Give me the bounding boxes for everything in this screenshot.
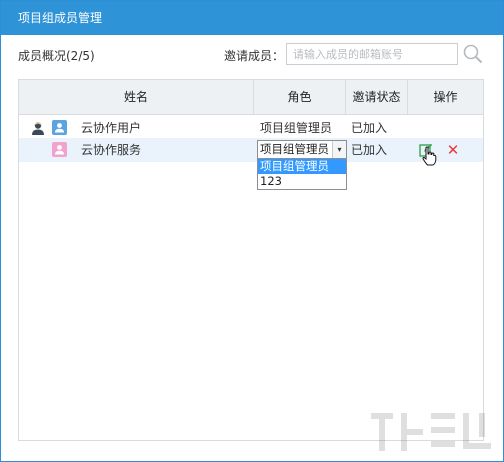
dialog-titlebar: 项目组成员管理	[1, 1, 503, 35]
member-table: 姓名 角色 邀请状态 操作 云协作用户 项目组管理员 已加入 云协作服务 项目组…	[18, 79, 484, 441]
member-count-label: 成员概况(2/5)	[18, 49, 95, 63]
role-option[interactable]: 123	[258, 174, 346, 189]
member-name: 云协作用户	[81, 121, 142, 135]
role-select[interactable]: 项目组管理员 ▾	[257, 140, 347, 159]
person-icon	[31, 121, 45, 135]
delete-icon[interactable]: ✕	[445, 142, 461, 158]
header-status: 邀请状态	[346, 80, 408, 114]
member-management-dialog: 项目组成员管理 成员概况(2/5) 邀请成员： 姓名 角色 邀请状态 操作	[0, 0, 504, 462]
member-status: 已加入	[351, 121, 388, 135]
dialog-title: 项目组成员管理	[18, 11, 103, 25]
hand-cursor-icon	[421, 146, 437, 166]
watermark-logo	[367, 407, 497, 457]
member-status: 已加入	[351, 143, 388, 157]
header-name: 姓名	[19, 80, 254, 114]
role-option[interactable]: 项目组管理员	[258, 159, 346, 174]
table-row: 云协作服务 项目组管理员 ▾ 已加入 ✕	[19, 138, 483, 162]
invite-member-label: 邀请成员：	[224, 49, 285, 63]
member-role: 项目组管理员	[260, 121, 333, 135]
role-dropdown-list: 项目组管理员 123	[257, 158, 347, 190]
table-row: 云协作用户 项目组管理员 已加入	[19, 116, 483, 140]
header-operation: 操作	[433, 90, 458, 104]
summary-bar: 成员概况(2/5) 邀请成员：	[18, 43, 484, 67]
role-select-value: 项目组管理员	[260, 142, 329, 156]
chevron-down-icon[interactable]: ▾	[332, 141, 346, 158]
table-header: 姓名 角色 邀请状态 操作	[19, 80, 483, 115]
member-name: 云协作服务	[81, 143, 142, 157]
invite-email-input[interactable]	[286, 43, 458, 65]
user-badge-icon	[52, 120, 67, 135]
header-role: 角色	[254, 80, 346, 114]
user-badge-icon	[52, 142, 67, 157]
search-icon[interactable]	[462, 43, 484, 65]
